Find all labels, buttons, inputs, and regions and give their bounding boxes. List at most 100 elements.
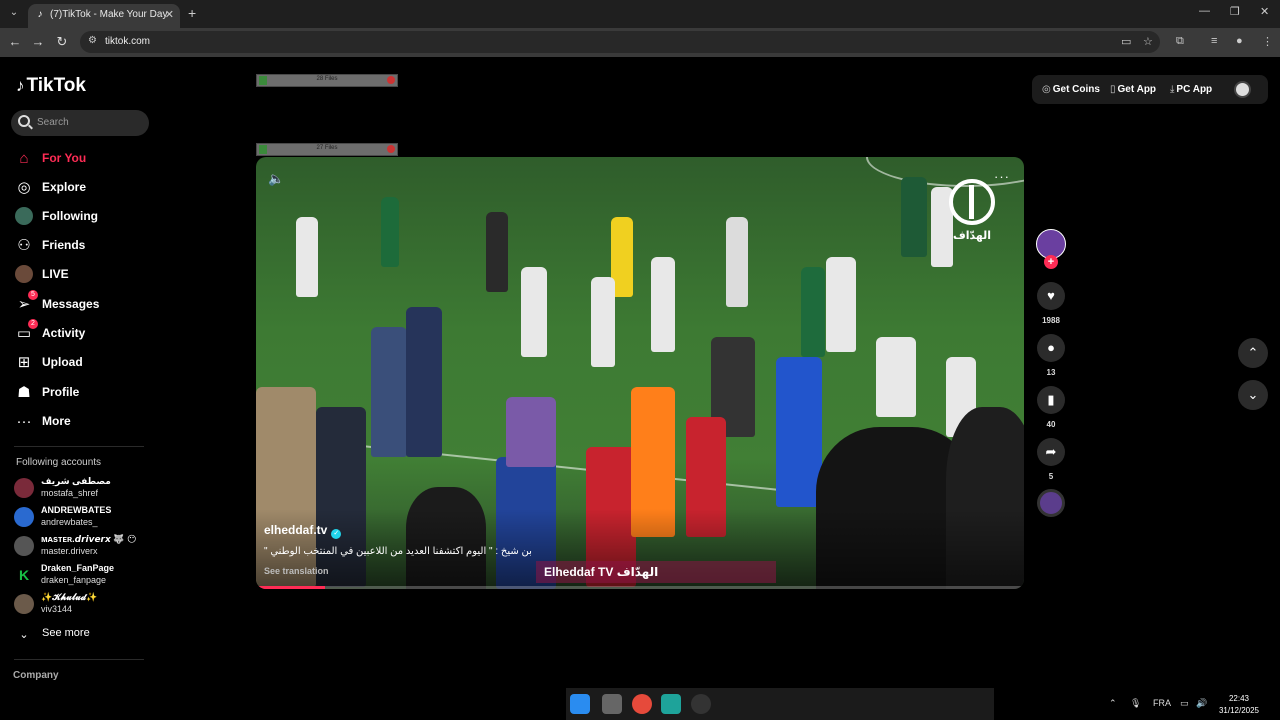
files-count: 27 Files xyxy=(316,145,338,151)
nav-following[interactable]: Following xyxy=(14,206,154,228)
nav-for-you[interactable]: ⌂ For You xyxy=(14,148,154,170)
close-icon[interactable] xyxy=(387,145,395,153)
next-video-button[interactable]: ⌄ xyxy=(1238,380,1268,410)
comment-button[interactable]: ● xyxy=(1037,334,1065,362)
tab-close-icon[interactable]: ✕ xyxy=(165,8,174,21)
coin-icon: ◎ xyxy=(1042,84,1051,95)
cast-icon[interactable]: ▭ xyxy=(1121,35,1131,48)
start-menu-icon[interactable] xyxy=(570,694,590,714)
account-name: ᴍᴀsᴛᴇʀ.𝙙𝙧𝙞𝙫𝙚𝙧𝙭 🐺 😶 xyxy=(41,534,137,544)
account-item[interactable]: K Draken_FanPage draken_fanpage xyxy=(14,563,154,587)
clock-date: 31/12/2025 xyxy=(1218,706,1260,715)
browser-menu-icon[interactable]: ⋮ xyxy=(1262,35,1273,48)
like-count: 1988 xyxy=(1042,316,1060,325)
video-author[interactable]: elheddaf.tv ✓ xyxy=(264,523,342,539)
avatar xyxy=(14,507,34,527)
files-count: 28 Files xyxy=(316,76,338,82)
pc-app-button[interactable]: ⤓ PC App xyxy=(1170,84,1212,95)
verified-badge-icon: ✓ xyxy=(331,529,342,539)
files-widget[interactable]: 27 Files xyxy=(256,143,398,156)
tiktok-logo[interactable]: ♪ TikTok xyxy=(16,75,86,97)
nav-label: For You xyxy=(42,151,87,165)
music-disc-icon[interactable] xyxy=(1037,489,1065,517)
chrome-icon[interactable] xyxy=(632,694,652,714)
see-more-button[interactable]: ⌄ See more xyxy=(14,624,154,646)
close-window-button[interactable]: ✕ xyxy=(1260,5,1269,18)
nav-label: Upload xyxy=(42,355,83,369)
reload-button[interactable]: ↻ xyxy=(54,34,70,50)
user-avatar[interactable] xyxy=(1234,81,1251,98)
restore-button[interactable]: ❐ xyxy=(1230,5,1240,18)
share-count: 5 xyxy=(1048,472,1054,481)
share-button[interactable]: ➦ xyxy=(1037,438,1065,466)
account-handle: viv3144 xyxy=(41,604,73,614)
new-tab-button[interactable]: + xyxy=(188,5,196,21)
get-app-button[interactable]: ▯ Get App xyxy=(1110,84,1156,95)
pc-app-label: PC App xyxy=(1176,84,1213,95)
nav-more[interactable]: ··· More xyxy=(14,411,154,433)
nav-live[interactable]: LIVE xyxy=(14,264,154,286)
language-indicator[interactable]: FRA xyxy=(1153,698,1171,708)
previous-video-button[interactable]: ⌃ xyxy=(1238,338,1268,368)
browser-tab-bar: ⌄ ♪ (7)TikTok - Make Your Day ✕ + — ❐ ✕ xyxy=(0,0,1280,28)
video-player[interactable]: 🔈 ··· الهدّاف elheddaf.tv ✓ بن شيخ : " ال… xyxy=(256,157,1024,589)
nav-profile[interactable]: ☗ Profile xyxy=(14,382,154,404)
steam-icon[interactable] xyxy=(691,694,711,714)
back-button[interactable]: ← xyxy=(7,34,23,49)
brand-lower-third: Elheddaf TV الهدّاف xyxy=(536,561,776,583)
profile-icon: ☗ xyxy=(17,384,31,401)
account-item[interactable]: ✨𝓚𝓱𝓾𝓵𝓾𝓭✨ viv3144 xyxy=(14,592,154,616)
tray-overflow-icon[interactable]: ⌃ xyxy=(1109,698,1117,709)
video-caption: بن شيخ : " اليوم اكتشفنا العديد من اللاع… xyxy=(264,546,532,557)
author-name: elheddaf.tv xyxy=(264,523,328,537)
files-widget[interactable]: 28 Files xyxy=(256,74,398,87)
app-icon[interactable] xyxy=(661,694,681,714)
see-more-label: See more xyxy=(42,627,90,639)
account-name: ✨𝓚𝓱𝓾𝓵𝓾𝓭✨ xyxy=(41,592,98,602)
profile-avatar-icon[interactable]: ● xyxy=(1236,35,1243,47)
nav-messages[interactable]: ➢ 5 Messages xyxy=(14,290,154,316)
see-translation-link[interactable]: See translation xyxy=(264,566,329,576)
media-control-icon[interactable]: ≡ xyxy=(1211,35,1217,47)
like-button[interactable]: ♥ xyxy=(1037,282,1065,310)
player-figure xyxy=(296,217,318,297)
account-item[interactable]: مصطفى شريف mostafa_shref xyxy=(14,476,154,500)
close-icon[interactable] xyxy=(387,76,395,84)
tab-title: (7)TikTok - Make Your Day xyxy=(50,9,168,20)
player-figure xyxy=(726,217,748,307)
save-button[interactable]: ▮ xyxy=(1037,386,1065,414)
account-item[interactable]: ANDREWBATES andrewbates_ xyxy=(14,505,154,529)
task-view-icon[interactable] xyxy=(602,694,622,714)
nav-explore[interactable]: ◎ Explore xyxy=(14,177,154,199)
friends-icon: ⚇ xyxy=(17,237,31,254)
follow-plus-icon[interactable]: + xyxy=(1044,255,1058,269)
extensions-icon[interactable]: ⧉ xyxy=(1176,35,1184,48)
volume-icon[interactable]: 🔈 xyxy=(268,171,284,187)
video-progress-bar[interactable] xyxy=(256,586,1024,589)
avatar: K xyxy=(14,565,34,585)
company-section-title[interactable]: Company xyxy=(13,670,59,681)
nav-friends[interactable]: ⚇ Friends xyxy=(14,235,154,257)
search-input[interactable]: Search xyxy=(11,110,149,136)
nav-upload[interactable]: ⊞ Upload xyxy=(14,352,154,374)
network-icon[interactable]: ▭ xyxy=(1180,698,1189,709)
avatar xyxy=(14,536,34,556)
get-coins-button[interactable]: ◎ Get Coins xyxy=(1042,84,1100,95)
microphone-icon[interactable]: 🎙 xyxy=(1130,698,1141,709)
logo-text: TikTok xyxy=(26,75,86,96)
account-item[interactable]: ᴍᴀsᴛᴇʀ.𝙙𝙧𝙞𝙫𝙚𝙧𝙭 🐺 😶 master.driverx xyxy=(14,534,154,558)
brand-text: Elheddaf TV الهدّاف xyxy=(544,565,659,579)
bookmark-star-icon[interactable]: ☆ xyxy=(1143,35,1153,48)
player-figure xyxy=(801,267,825,357)
browser-tab-active[interactable]: ♪ (7)TikTok - Make Your Day ✕ xyxy=(28,4,180,28)
minimize-button[interactable]: — xyxy=(1199,5,1210,17)
tab-search-button[interactable]: ⌄ xyxy=(6,5,22,21)
address-bar[interactable]: ⚙ tiktok.com ▭ ☆ xyxy=(80,31,1160,53)
forward-button[interactable]: → xyxy=(30,34,46,49)
account-name: ANDREWBATES xyxy=(41,505,112,515)
nav-activity[interactable]: ▭ 2 Activity xyxy=(14,319,154,345)
system-clock[interactable]: 22:43 31/12/2025 xyxy=(1204,693,1274,717)
browser-toolbar: ← → ↻ ⚙ tiktok.com ▭ ☆ ⧉ ≡ ● ⋮ xyxy=(0,28,1280,57)
sidebar: ♪ TikTok Search ⌂ For You ◎ Explore Follo… xyxy=(0,57,160,687)
site-info-icon[interactable]: ⚙ xyxy=(88,35,97,46)
